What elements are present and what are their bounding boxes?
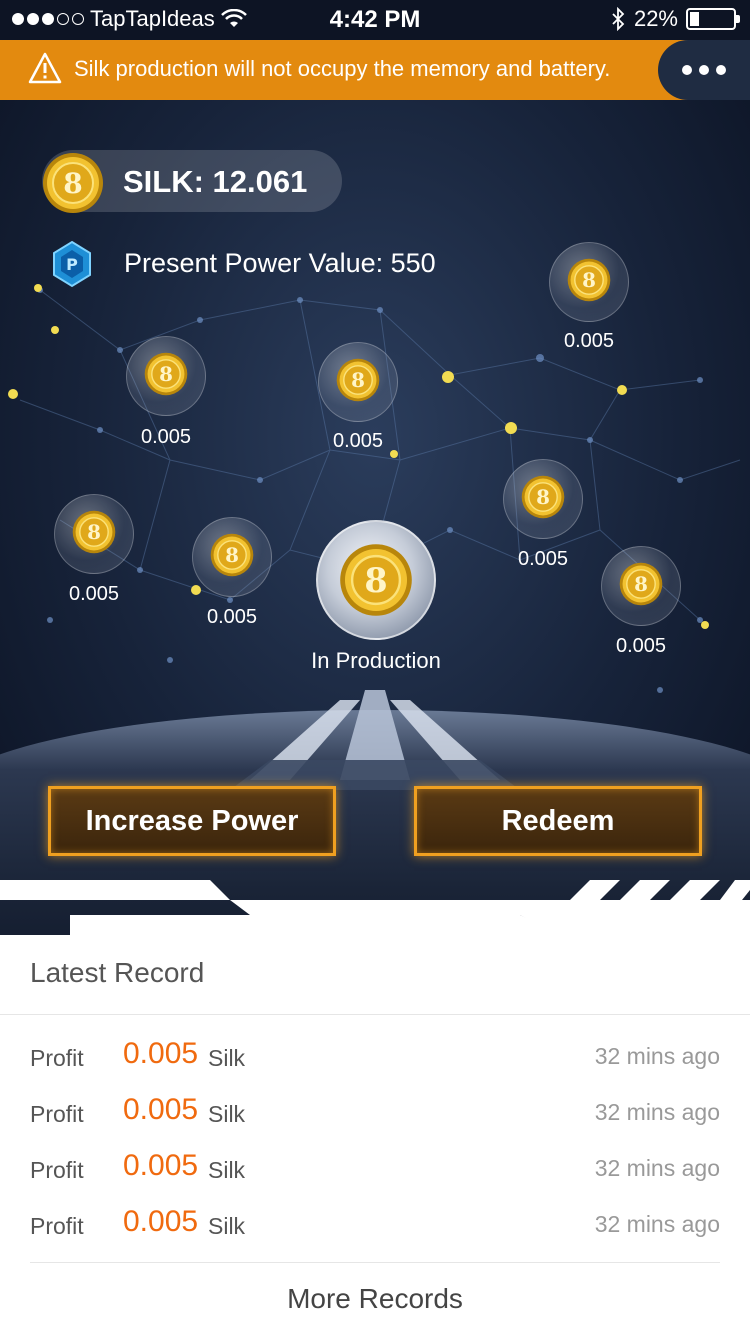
production-core: 8 bbox=[316, 520, 436, 640]
silk-coin-icon: 8 bbox=[521, 475, 565, 524]
bluetooth-icon bbox=[612, 7, 625, 31]
banner-message: Silk production will not occupy the memo… bbox=[74, 56, 611, 81]
more-records-link[interactable]: More Records bbox=[0, 1283, 750, 1315]
record-amount: 0.005 bbox=[123, 1205, 199, 1238]
bubble-amount: 0.005 bbox=[140, 426, 192, 448]
production-status: In Production bbox=[311, 648, 441, 673]
silk-bubble[interactable]: 8 bbox=[126, 336, 206, 416]
record-row: Profit 0.005 Silk 32 mins ago bbox=[30, 1203, 720, 1259]
silk-coin-icon: 8 bbox=[43, 153, 103, 213]
divider bbox=[30, 1262, 720, 1263]
power-value: Present Power Value: 550 bbox=[124, 248, 436, 278]
record-amount: 0.005 bbox=[123, 1093, 199, 1126]
system-indicators: 22% bbox=[610, 6, 740, 32]
svg-text:8: 8 bbox=[225, 543, 239, 567]
record-type: Profit bbox=[30, 1213, 84, 1239]
bubble-amount: 0.005 bbox=[615, 635, 667, 657]
bubble-amount: 0.005 bbox=[332, 430, 384, 452]
power-crystal-icon: P bbox=[53, 240, 91, 288]
silk-coin-icon: 8 bbox=[144, 352, 188, 401]
status-bar: TapTapIdeas 4:42 PM 22% bbox=[0, 0, 750, 40]
record-time: 32 mins ago bbox=[594, 1099, 720, 1125]
record-type: Profit bbox=[30, 1157, 84, 1183]
record-row: Profit 0.005 Silk 32 mins ago bbox=[30, 1091, 720, 1147]
redeem-button[interactable]: Redeem bbox=[414, 786, 702, 856]
records-title: Latest Record bbox=[30, 957, 205, 988]
svg-text:8: 8 bbox=[536, 485, 550, 509]
records-section: Latest Record Profit 0.005 Silk 32 mins … bbox=[0, 935, 750, 1334]
silk-coin-icon: 8 bbox=[336, 358, 380, 407]
svg-text:8: 8 bbox=[634, 572, 648, 596]
silk-coin-icon: 8 bbox=[72, 510, 116, 559]
silk-bubble[interactable]: 8 bbox=[54, 494, 134, 574]
svg-text:8: 8 bbox=[63, 167, 82, 200]
record-type: Profit bbox=[30, 1045, 84, 1071]
svg-text:8: 8 bbox=[87, 520, 101, 544]
record-unit: Silk bbox=[208, 1213, 246, 1239]
record-time: 32 mins ago bbox=[594, 1043, 720, 1069]
svg-text:8: 8 bbox=[364, 561, 387, 600]
divider bbox=[0, 1014, 750, 1015]
silk-coin-icon: 8 bbox=[619, 562, 663, 611]
record-amount: 0.005 bbox=[123, 1037, 199, 1070]
bubble-amount: 0.005 bbox=[517, 548, 569, 570]
record-unit: Silk bbox=[208, 1045, 246, 1071]
silk-coin-icon: 8 bbox=[210, 533, 254, 582]
silk-bubble[interactable]: 8 bbox=[318, 342, 398, 422]
svg-text:8: 8 bbox=[351, 368, 365, 392]
silk-bubble[interactable]: 8 bbox=[601, 546, 681, 626]
increase-power-button[interactable]: Increase Power bbox=[48, 786, 336, 856]
record-row: Profit 0.005 Silk 32 mins ago bbox=[30, 1035, 720, 1091]
battery-percent: 22% bbox=[633, 6, 678, 31]
silk-balance: SILK: 12.061 bbox=[123, 164, 308, 199]
warning-banner: Silk production will not occupy the memo… bbox=[0, 40, 750, 100]
record-unit: Silk bbox=[208, 1101, 246, 1127]
record-type: Profit bbox=[30, 1101, 84, 1127]
silk-coin-icon: 8 bbox=[567, 258, 611, 307]
silk-bubble[interactable]: 8 bbox=[549, 242, 629, 322]
record-unit: Silk bbox=[208, 1157, 246, 1183]
silk-bubble[interactable]: 8 bbox=[503, 459, 583, 539]
bubble-amount: 0.005 bbox=[206, 606, 258, 628]
bubble-amount: 0.005 bbox=[563, 330, 615, 352]
silk-bubble[interactable]: 8 bbox=[192, 517, 272, 597]
bubble-amount: 0.005 bbox=[68, 583, 120, 605]
record-row: Profit 0.005 Silk 32 mins ago bbox=[30, 1147, 720, 1203]
warning-icon bbox=[28, 52, 62, 84]
record-time: 32 mins ago bbox=[594, 1155, 720, 1181]
svg-text:8: 8 bbox=[159, 362, 173, 386]
silk-hero: 8 SILK: 12.061 P Present Power Value: 55… bbox=[0, 100, 750, 935]
silk-coin-icon: 8 bbox=[340, 544, 412, 616]
base-structure-decoration bbox=[230, 690, 520, 790]
svg-text:8: 8 bbox=[582, 268, 596, 292]
more-dots-icon[interactable] bbox=[658, 40, 750, 100]
record-time: 32 mins ago bbox=[594, 1211, 720, 1237]
svg-text:P: P bbox=[66, 255, 78, 274]
record-amount: 0.005 bbox=[123, 1149, 199, 1182]
stripe-divider-decoration bbox=[0, 880, 750, 935]
battery-icon bbox=[686, 8, 740, 30]
